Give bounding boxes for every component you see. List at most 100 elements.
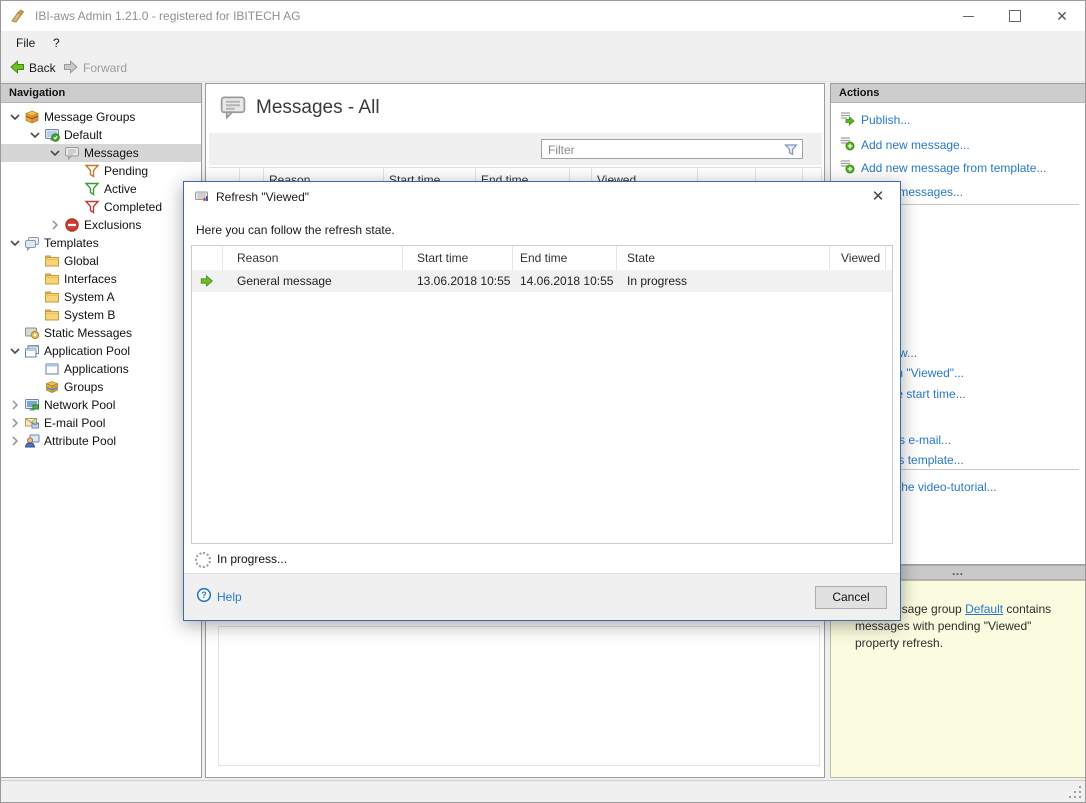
dialog-column-header-start-time[interactable]: Start time (403, 246, 513, 270)
chevron-down-icon[interactable] (7, 109, 23, 125)
nav-item-global[interactable]: Global (1, 252, 201, 270)
forward-button[interactable]: Forward (63, 59, 127, 77)
action-add-new-message-from-template[interactable]: Add new message from template... (839, 159, 1046, 176)
nav-item-groups[interactable]: Groups (1, 378, 201, 396)
dialog-close-icon[interactable]: ✕ (868, 187, 888, 207)
nav-item-system-b[interactable]: System B (1, 306, 201, 324)
dialog-table-row[interactable]: General message13.06.2018 10:5514.06.201… (192, 270, 892, 292)
add-action-icon (839, 158, 855, 177)
action-label: Add new message from template... (861, 161, 1046, 175)
message-description-box (218, 626, 820, 766)
expander-placeholder (27, 307, 43, 323)
nav-item-label: Pending (104, 164, 148, 178)
navigation-panel: Navigation Message GroupsDefaultMessages… (0, 83, 202, 778)
chevron-right-icon[interactable] (47, 217, 63, 233)
back-arrow-icon (9, 59, 25, 78)
nav-item-completed[interactable]: Completed (1, 198, 201, 216)
dialog-status-text: In progress... (217, 552, 287, 566)
default-group-link[interactable]: Default (965, 602, 1003, 616)
chevron-down-icon[interactable] (27, 127, 43, 143)
window-icon (43, 361, 60, 377)
nav-item-label: Global (64, 254, 99, 268)
arrow-right-icon (200, 274, 214, 291)
nav-item-label: Messages (84, 146, 139, 160)
expander-placeholder (27, 289, 43, 305)
action-add-new-message[interactable]: Add new message... (839, 136, 970, 153)
navigation-tree: Message Groups Default Messages Pending Acti… (1, 108, 201, 450)
nav-item-label: Static Messages (44, 326, 132, 340)
chevron-right-icon[interactable] (7, 415, 23, 431)
help-label: Help (217, 590, 242, 604)
chevron-down-icon[interactable] (7, 343, 23, 359)
close-button[interactable]: ✕ (1039, 1, 1085, 31)
nav-item-applications[interactable]: Applications (1, 360, 201, 378)
nav-item-messages[interactable]: Messages (1, 144, 201, 162)
funnel-icon (83, 163, 100, 179)
nav-item-label: Exclusions (84, 218, 141, 232)
nav-item-label: E-mail Pool (44, 416, 105, 430)
dialog-column-header-viewed[interactable]: Viewed (830, 246, 886, 270)
nav-item-interfaces[interactable]: Interfaces (1, 270, 201, 288)
dialog-column-header-reason[interactable]: Reason (223, 246, 403, 270)
folder-icon (43, 271, 60, 287)
cell-state: In progress (617, 270, 840, 292)
nav-item-attribute-pool[interactable]: Attribute Pool (1, 432, 201, 450)
filter-input[interactable] (546, 141, 776, 159)
nav-item-application-pool[interactable]: Application Pool (1, 342, 201, 360)
cell-start-time: 13.06.2018 10:55 (403, 270, 527, 292)
no-entry-icon (63, 217, 80, 233)
dialog-column-header-end-time[interactable]: End time (513, 246, 617, 270)
dialog-column-header-state[interactable]: State (617, 246, 830, 270)
page-title: Messages - All (256, 97, 380, 119)
envelope-icon (23, 415, 40, 431)
action-label: Publish... (861, 113, 910, 127)
forward-label: Forward (83, 61, 127, 75)
cancel-button[interactable]: Cancel (815, 586, 887, 609)
toolbar: Back Forward (1, 55, 1085, 82)
minimize-button[interactable] (945, 1, 991, 31)
chevron-right-icon[interactable] (7, 397, 23, 413)
chevron-right-icon[interactable] (7, 433, 23, 449)
window-title: IBI-aws Admin 1.21.0 - registered for IB… (35, 9, 300, 23)
nav-item-exclusions[interactable]: Exclusions (1, 216, 201, 234)
nav-item-label: Application Pool (44, 344, 130, 358)
action-publish[interactable]: Publish... (839, 111, 910, 128)
filter-strip (209, 133, 822, 165)
nav-item-label: Active (104, 182, 137, 196)
nav-item-templates[interactable]: Templates (1, 234, 201, 252)
dialog-column-header-blank[interactable] (192, 246, 223, 270)
nav-item-network-pool[interactable]: Network Pool (1, 396, 201, 414)
menu-file[interactable]: File (10, 35, 41, 52)
progress-spinner-icon (195, 552, 211, 568)
maximize-button[interactable] (992, 1, 1038, 31)
app-icon (10, 8, 27, 25)
resize-grip-icon[interactable] (1068, 786, 1080, 798)
nav-item-e-mail-pool[interactable]: E-mail Pool (1, 414, 201, 432)
menu-help[interactable]: ? (47, 35, 66, 52)
refresh-state-table: ReasonStart timeEnd timeStateViewedGener… (191, 245, 893, 544)
cell-viewed (830, 270, 897, 292)
nav-item-message-groups[interactable]: Message Groups (1, 108, 201, 126)
back-button[interactable]: Back (9, 59, 56, 77)
help-link[interactable]: ? Help (196, 587, 242, 606)
nav-item-label: Message Groups (44, 110, 135, 124)
nav-item-system-a[interactable]: System A (1, 288, 201, 306)
dialog-message-icon (194, 189, 210, 208)
nav-item-active[interactable]: Active (1, 180, 201, 198)
chevron-down-icon[interactable] (47, 145, 63, 161)
nav-item-static-messages[interactable]: Static Messages (1, 324, 201, 342)
nav-item-label: Network Pool (44, 398, 115, 412)
funnel-icon (83, 199, 100, 215)
statusbar (1, 780, 1085, 803)
nav-item-default[interactable]: Default (1, 126, 201, 144)
minimize-icon (963, 16, 974, 17)
chevron-down-icon[interactable] (7, 235, 23, 251)
nav-item-pending[interactable]: Pending (1, 162, 201, 180)
nav-item-label: Attribute Pool (44, 434, 116, 448)
expander-placeholder (27, 271, 43, 287)
expander-placeholder (27, 379, 43, 395)
gear-icon (23, 325, 40, 341)
nav-item-label: System A (64, 290, 115, 304)
filter-funnel-icon[interactable] (783, 142, 799, 161)
nav-item-label: Groups (64, 380, 103, 394)
